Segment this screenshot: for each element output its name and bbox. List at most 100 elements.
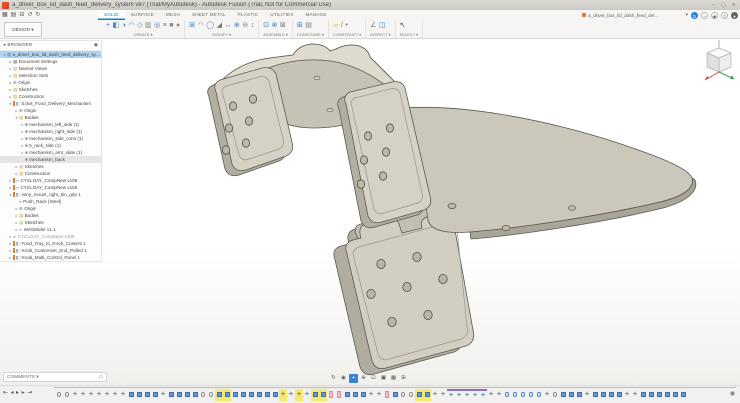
joint-feature-icon[interactable]: +: [111, 389, 119, 401]
extrude-feature-icon[interactable]: [391, 389, 399, 401]
caret-down-icon[interactable]: ▾: [685, 12, 688, 18]
comments-bar[interactable]: COMMENTS ▾ ▭: [3, 372, 107, 382]
tree-row[interactable]: ▸∞CYCLOAY_CompNew v106: [0, 184, 101, 191]
extrude-feature-icon[interactable]: [615, 389, 623, 401]
extrude-feature-icon[interactable]: [647, 389, 655, 401]
tree-row[interactable]: ▸▤Sketches: [0, 86, 101, 93]
toolbar-group-label[interactable]: CREATE ▾: [106, 32, 180, 38]
extrude-feature-highlighted-icon[interactable]: [215, 389, 223, 401]
joint-feature-icon[interactable]: +: [287, 389, 295, 401]
grouped-joint-feature-icon[interactable]: +: [471, 389, 479, 401]
tree-row[interactable]: ▸▤Named Views: [0, 65, 101, 72]
shell-icon[interactable]: ◯: [206, 21, 214, 31]
revolve-icon[interactable]: ◑: [122, 21, 126, 31]
grouped-joint-feature-icon[interactable]: +: [447, 389, 455, 401]
joint-feature-icon[interactable]: +: [487, 389, 495, 401]
joint-feature-icon[interactable]: +: [431, 389, 439, 401]
joint-feature-icon[interactable]: +: [543, 389, 551, 401]
tree-row[interactable]: ▸■mechanism_arm_slide (1): [0, 149, 101, 156]
tree-row[interactable]: ▸■mechanism_side_conn (1): [0, 135, 101, 142]
step-back-icon[interactable]: ◂: [11, 389, 14, 396]
grouped-joint-feature-icon[interactable]: +: [455, 389, 463, 401]
collapse-panel-icon[interactable]: ◂: [3, 43, 5, 48]
tab-plastic[interactable]: PLASTIC: [232, 10, 265, 20]
toolbar-group-label[interactable]: ASSEMBLE ▾: [263, 32, 288, 38]
thread-icon[interactable]: ≡: [163, 21, 167, 31]
tree-row[interactable]: ▸∞CYCLOAY_CompNew v106: [0, 233, 101, 240]
tab-solid[interactable]: SOLID: [98, 10, 125, 20]
tree-row[interactable]: ▸◧Knob_Customset_End_Pulled 1: [0, 247, 101, 254]
rollback-marker-icon[interactable]: [327, 389, 335, 401]
tree-row[interactable]: ▸∞WristSlider v1.1: [0, 226, 101, 233]
joint-feature-icon[interactable]: +: [95, 389, 103, 401]
timeline-options-gear-icon[interactable]: ◉: [730, 390, 735, 397]
select-icon[interactable]: ↖: [400, 21, 406, 31]
tree-row[interactable]: ▾◧sony_mount_right_8in_grip 1: [0, 191, 101, 198]
point-icon[interactable]: •: [345, 21, 347, 31]
joint-feature-icon[interactable]: +: [623, 389, 631, 401]
joint-feature-icon[interactable]: +: [119, 389, 127, 401]
loft-icon[interactable]: ◇: [137, 21, 142, 31]
press-pull-icon[interactable]: ⊞: [189, 21, 195, 31]
tab-sheet-metal[interactable]: SHEET METAL: [186, 10, 232, 20]
rib-icon[interactable]: ▥: [145, 21, 152, 31]
config-table-icon[interactable]: ▤: [305, 21, 312, 31]
zoom-icon[interactable]: ⊕: [359, 374, 368, 383]
joint-feature-icon[interactable]: +: [367, 389, 375, 401]
joint-feature-icon[interactable]: +: [583, 389, 591, 401]
new-sketch-icon[interactable]: +: [106, 21, 110, 31]
tree-row[interactable]: ▸∞CYCLOAY_CompNew v108: [0, 177, 101, 184]
joint-feature-highlighted-icon[interactable]: +: [279, 389, 287, 401]
extrude-feature-icon[interactable]: [639, 389, 647, 401]
look-at-icon[interactable]: ◉: [339, 374, 348, 383]
tree-row[interactable]: ▸■mechanism_right_side (1): [0, 128, 101, 135]
extrude-feature-icon[interactable]: [663, 389, 671, 401]
sketch-feature-icon[interactable]: [55, 389, 63, 401]
extrude-feature-icon[interactable]: [343, 389, 351, 401]
undo-icon[interactable]: ↺: [27, 10, 32, 20]
extrude-feature-icon[interactable]: [143, 389, 151, 401]
tree-row[interactable]: ▸■mechanism_left_side (1): [0, 121, 101, 128]
joint-feature-highlighted-icon[interactable]: +: [295, 389, 303, 401]
plane-icon[interactable]: ▱: [333, 21, 338, 31]
sketch-feature-icon[interactable]: [63, 389, 71, 401]
extrude-feature-icon[interactable]: [271, 389, 279, 401]
extrude-feature-highlighted-icon[interactable]: [423, 389, 431, 401]
extrude-feature-icon[interactable]: [191, 389, 199, 401]
close-button[interactable]: ✕: [732, 2, 736, 8]
viewports-icon[interactable]: ⊞: [399, 374, 408, 383]
profile-icon[interactable]: ●: [731, 12, 738, 19]
toolbar-group-label[interactable]: CONSTRUCT ▾: [333, 32, 361, 38]
document-tab[interactable]: a_driver_box_lid_dash_feed_delivery_syst…: [582, 10, 660, 20]
revolve-feature-icon[interactable]: [519, 389, 527, 401]
extrude-feature-icon[interactable]: [135, 389, 143, 401]
box-icon[interactable]: ■: [169, 21, 173, 31]
gear-icon[interactable]: ◉: [94, 43, 98, 48]
joint-feature-icon[interactable]: +: [103, 389, 111, 401]
extrude-icon[interactable]: ◧: [113, 21, 120, 31]
extrude-feature-icon[interactable]: [151, 389, 159, 401]
extrude-feature-icon[interactable]: [559, 389, 567, 401]
cylinder-icon[interactable]: ●: [176, 21, 180, 31]
sketch-feature-icon[interactable]: [407, 389, 415, 401]
tree-row[interactable]: ■mechanism_back: [0, 156, 101, 163]
extrude-feature-highlighted-icon[interactable]: [223, 389, 231, 401]
tree-row[interactable]: ▸▤Selection Sets: [0, 72, 101, 79]
extrude-feature-icon[interactable]: [591, 389, 599, 401]
extrude-feature-icon[interactable]: [655, 389, 663, 401]
extrude-feature-icon[interactable]: [127, 389, 135, 401]
revolve-feature-icon[interactable]: [503, 389, 511, 401]
step-forward-icon[interactable]: ▸: [22, 389, 25, 396]
tab-surface[interactable]: SURFACE: [125, 10, 160, 20]
joint-feature-icon[interactable]: +: [303, 389, 311, 401]
axis-icon[interactable]: /: [341, 21, 343, 31]
extrude-feature-icon[interactable]: [679, 389, 687, 401]
combine-icon[interactable]: ⊕: [234, 21, 240, 31]
extrude-feature-icon[interactable]: [231, 389, 239, 401]
viewcube[interactable]: [705, 40, 734, 80]
tree-row[interactable]: ▾▤Bodies: [0, 114, 101, 121]
extrude-feature-icon[interactable]: [607, 389, 615, 401]
tree-row[interactable]: ▸■5_rack_side (1): [0, 142, 101, 149]
joint-feature-icon[interactable]: +: [495, 389, 503, 401]
joint-feature-icon[interactable]: +: [87, 389, 95, 401]
